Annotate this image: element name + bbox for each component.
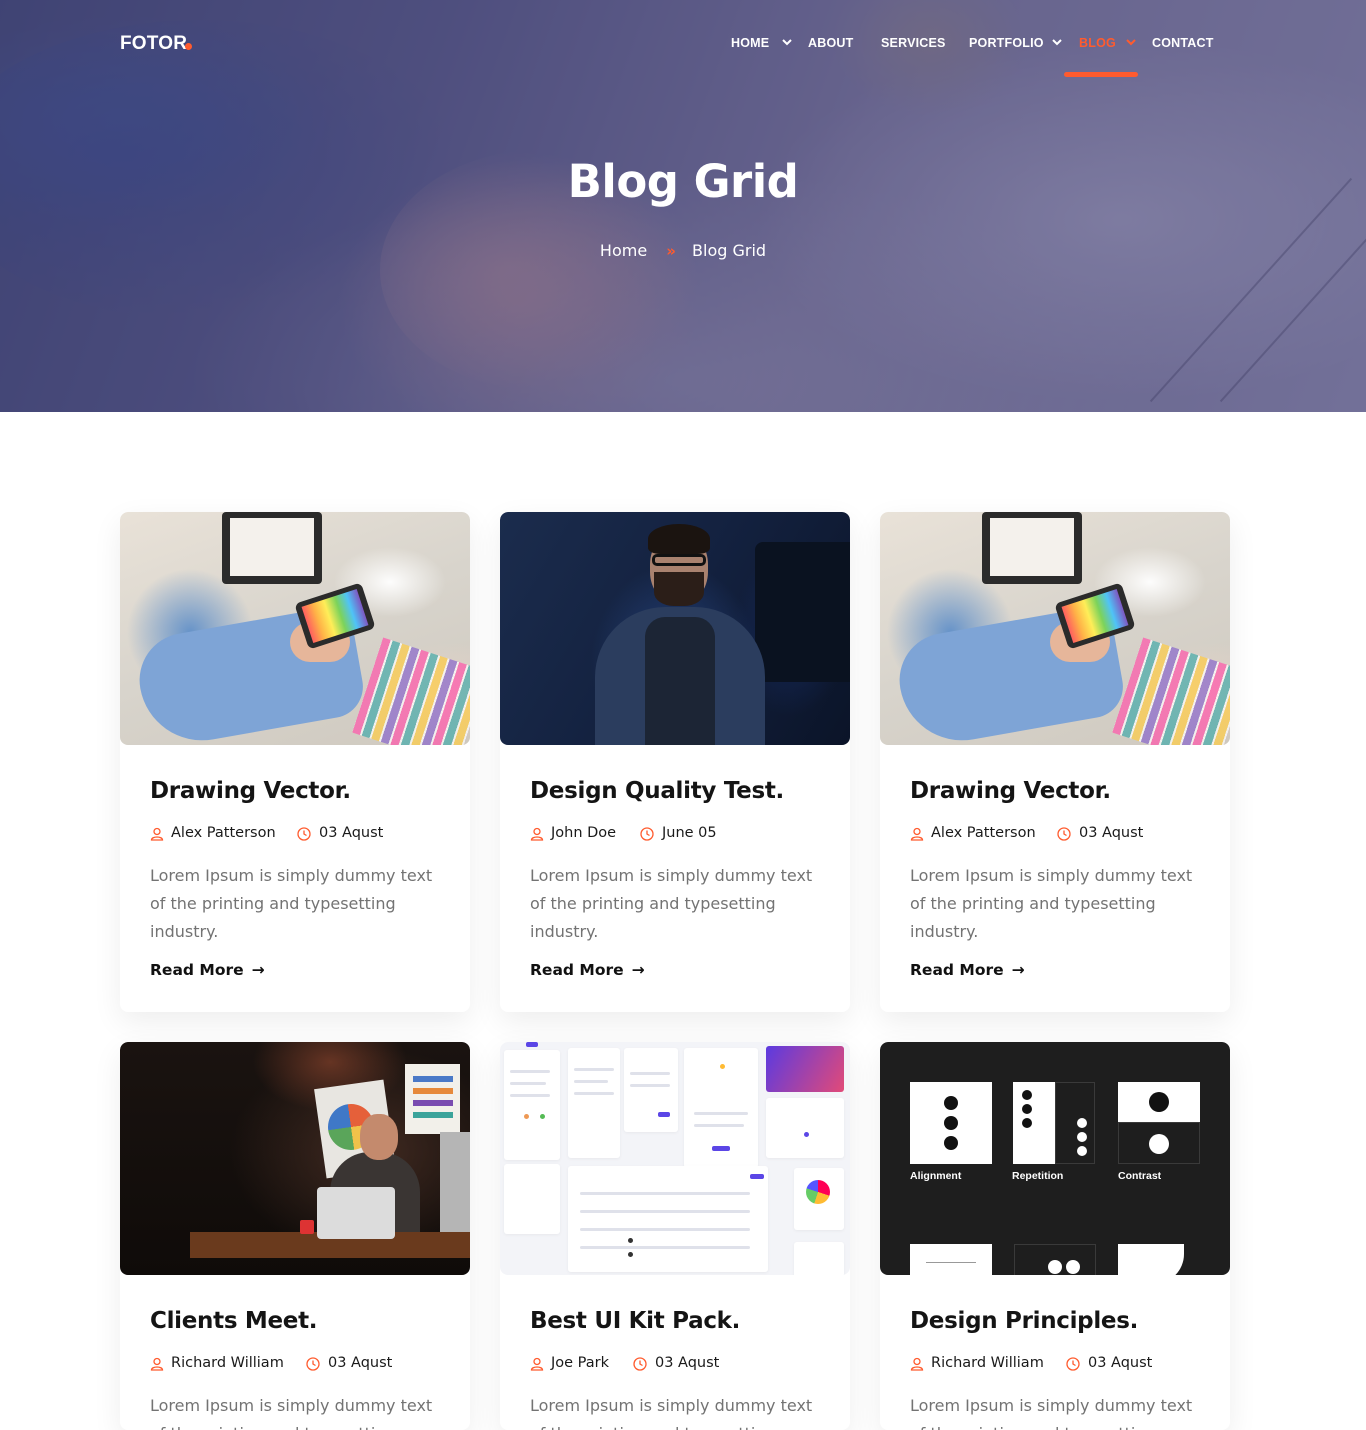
page-title: Blog Grid bbox=[567, 155, 799, 208]
breadcrumb: Home » Blog Grid bbox=[0, 240, 1366, 260]
post-image[interactable] bbox=[120, 1042, 470, 1275]
blog-card[interactable]: Drawing Vector. Alex Patterson 03 Aqust … bbox=[880, 512, 1230, 1012]
post-excerpt: Lorem Ipsum is simply dummy text of the … bbox=[530, 866, 813, 941]
nav-item-home[interactable]: HOME bbox=[731, 36, 769, 50]
read-more-link[interactable]: Read More → bbox=[150, 961, 265, 979]
breadcrumb-home[interactable]: Home bbox=[600, 241, 647, 260]
post-date: 03 Aqust bbox=[1079, 825, 1144, 841]
post-meta: Alex Patterson 03 Aqust bbox=[150, 825, 450, 845]
chevron-down-icon[interactable] bbox=[1052, 37, 1062, 47]
principle-label: Repetition bbox=[1012, 1170, 1064, 1182]
post-date: June 05 bbox=[662, 825, 717, 841]
nav-active-indicator bbox=[1064, 72, 1138, 77]
site-logo[interactable]: FOTOR bbox=[120, 33, 187, 55]
user-icon bbox=[910, 827, 924, 841]
post-title[interactable]: Clients Meet. bbox=[150, 1308, 450, 1334]
read-more-label: Read More bbox=[530, 961, 624, 979]
post-author[interactable]: Richard William bbox=[171, 1355, 284, 1371]
nav-item-services[interactable]: SERVICES bbox=[881, 36, 946, 50]
post-author[interactable]: Richard William bbox=[931, 1355, 1044, 1371]
post-title[interactable]: Drawing Vector. bbox=[150, 778, 450, 804]
post-author[interactable]: Joe Park bbox=[551, 1355, 609, 1371]
post-excerpt: Lorem Ipsum is simply dummy text of the … bbox=[150, 1396, 433, 1430]
post-excerpt: Lorem Ipsum is simply dummy text of the … bbox=[530, 1396, 813, 1430]
post-title[interactable]: Drawing Vector. bbox=[910, 778, 1210, 804]
nav-item-blog[interactable]: BLOG bbox=[1079, 36, 1116, 50]
user-icon bbox=[910, 1357, 924, 1371]
post-image[interactable]: Alignment Repetition Contrast bbox=[880, 1042, 1230, 1275]
blog-card[interactable]: Alignment Repetition Contrast Design Pri… bbox=[880, 1042, 1230, 1430]
breadcrumb-separator-icon: » bbox=[666, 241, 676, 260]
logo-dot bbox=[185, 43, 192, 50]
post-title[interactable]: Best UI Kit Pack. bbox=[530, 1308, 830, 1334]
post-title[interactable]: Design Quality Test. bbox=[530, 778, 830, 804]
post-date: 03 Aqust bbox=[655, 1355, 720, 1371]
user-icon bbox=[530, 827, 544, 841]
nav-item-about[interactable]: ABOUT bbox=[808, 36, 853, 50]
clock-icon bbox=[297, 827, 311, 841]
post-date: 03 Aqust bbox=[1088, 1355, 1153, 1371]
post-author[interactable]: John Doe bbox=[551, 825, 616, 841]
read-more-label: Read More bbox=[150, 961, 244, 979]
clock-icon bbox=[640, 827, 654, 841]
user-icon bbox=[150, 827, 164, 841]
post-meta: Richard William 03 Aqust bbox=[150, 1355, 450, 1375]
post-image[interactable] bbox=[500, 512, 850, 745]
read-more-link[interactable]: Read More → bbox=[910, 961, 1025, 979]
blog-card[interactable]: Clients Meet. Richard William 03 Aqust L… bbox=[120, 1042, 470, 1430]
arrow-right-icon: → bbox=[631, 961, 645, 979]
clock-icon bbox=[1066, 1357, 1080, 1371]
post-meta: Joe Park 03 Aqust bbox=[530, 1355, 830, 1375]
post-date: 03 Aqust bbox=[328, 1355, 393, 1371]
post-image[interactable] bbox=[120, 512, 470, 745]
chevron-down-icon[interactable] bbox=[782, 37, 792, 47]
post-excerpt: Lorem Ipsum is simply dummy text of the … bbox=[150, 866, 433, 941]
page-hero: FOTOR HOME ABOUT SERVICES PORTFOLIO BLOG… bbox=[0, 0, 1366, 412]
clock-icon bbox=[306, 1357, 320, 1371]
post-excerpt: Lorem Ipsum is simply dummy text of the … bbox=[910, 1396, 1193, 1430]
breadcrumb-current: Blog Grid bbox=[692, 241, 767, 260]
principle-label: Contrast bbox=[1118, 1170, 1162, 1182]
blog-card[interactable]: Drawing Vector. Alex Patterson 03 Aqust … bbox=[120, 512, 470, 1012]
principle-label: Alignment bbox=[910, 1170, 962, 1182]
nav-item-contact[interactable]: CONTACT bbox=[1152, 36, 1214, 50]
nav-item-portfolio[interactable]: PORTFOLIO bbox=[969, 36, 1044, 50]
post-author[interactable]: Alex Patterson bbox=[931, 825, 1036, 841]
blog-card[interactable]: Best UI Kit Pack. Joe Park 03 Aqust Lore… bbox=[500, 1042, 850, 1430]
user-icon bbox=[530, 1357, 544, 1371]
read-more-label: Read More bbox=[910, 961, 1004, 979]
post-meta: Alex Patterson 03 Aqust bbox=[910, 825, 1210, 845]
user-icon bbox=[150, 1357, 164, 1371]
chevron-down-icon[interactable] bbox=[1126, 37, 1136, 47]
post-image[interactable] bbox=[500, 1042, 850, 1275]
clock-icon bbox=[633, 1357, 647, 1371]
main-nav: FOTOR HOME ABOUT SERVICES PORTFOLIO BLOG… bbox=[0, 0, 1366, 90]
arrow-right-icon: → bbox=[1011, 961, 1025, 979]
clock-icon bbox=[1057, 827, 1071, 841]
read-more-link[interactable]: Read More → bbox=[530, 961, 645, 979]
post-date: 03 Aqust bbox=[319, 825, 384, 841]
post-excerpt: Lorem Ipsum is simply dummy text of the … bbox=[910, 866, 1193, 941]
post-meta: John Doe June 05 bbox=[530, 825, 830, 845]
blog-card[interactable]: Design Quality Test. John Doe June 05 Lo… bbox=[500, 512, 850, 1012]
post-meta: Richard William 03 Aqust bbox=[910, 1355, 1210, 1375]
post-author[interactable]: Alex Patterson bbox=[171, 825, 276, 841]
arrow-right-icon: → bbox=[251, 961, 265, 979]
post-title[interactable]: Design Principles. bbox=[910, 1308, 1210, 1334]
post-image[interactable] bbox=[880, 512, 1230, 745]
